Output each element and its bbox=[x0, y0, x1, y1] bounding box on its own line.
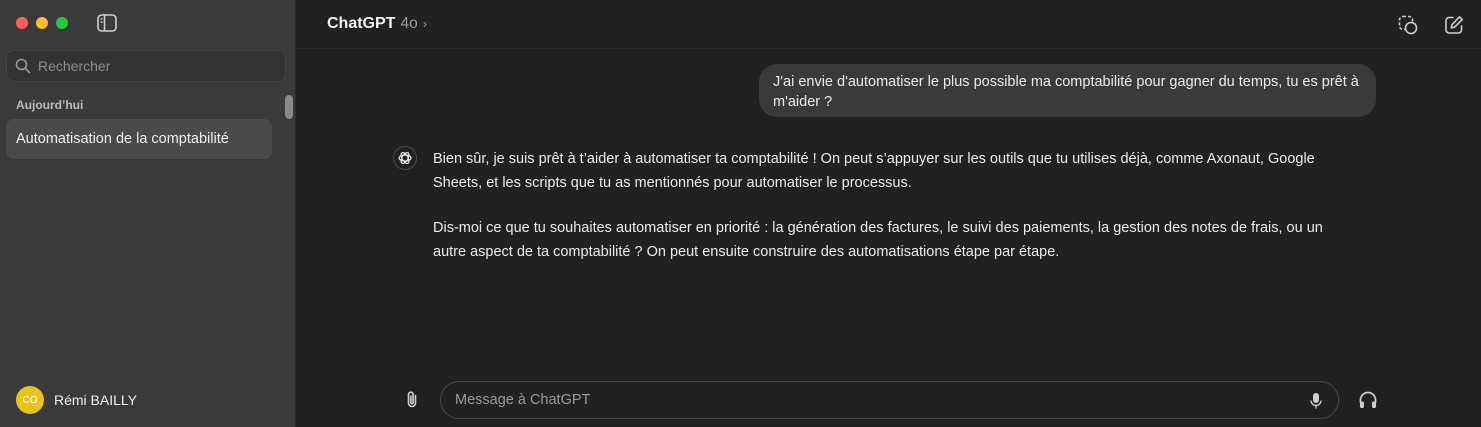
conversation-item[interactable]: Automatisation de la comptabilité bbox=[6, 119, 272, 159]
sidebar-scrollbar[interactable] bbox=[285, 95, 293, 119]
model-version: 4o bbox=[400, 15, 418, 32]
user-message: J'ai envie d'automatiser le plus possibl… bbox=[759, 64, 1376, 117]
user-profile[interactable]: CO Rémi BAILLY bbox=[16, 386, 137, 414]
sidebar: Aujourd’hui Automatisation de la comptab… bbox=[0, 0, 296, 427]
chatgpt-logo-icon bbox=[393, 146, 417, 170]
assistant-message: Bien sûr, je suis prêt à t’aider à autom… bbox=[433, 148, 1333, 264]
assistant-paragraph: Dis-moi ce que tu souhaites automatiser … bbox=[433, 220, 1323, 260]
search-icon bbox=[15, 58, 31, 74]
message-input[interactable] bbox=[455, 392, 1275, 408]
search-input[interactable] bbox=[38, 58, 268, 74]
mic-icon[interactable] bbox=[1308, 391, 1324, 411]
maximize-window-button[interactable] bbox=[56, 17, 68, 29]
topbar: ChatGPT 4o › bbox=[297, 0, 1481, 49]
chevron-right-icon: › bbox=[422, 16, 428, 31]
chat-main: ChatGPT 4o › J'ai envie d'automatiser le… bbox=[297, 0, 1481, 427]
conversation-title: Automatisation de la comptabilité bbox=[16, 131, 229, 147]
assistant-paragraph: Bien sûr, je suis prêt à t’aider à autom… bbox=[433, 151, 1315, 191]
window-controls bbox=[16, 17, 68, 29]
model-name: ChatGPT bbox=[327, 15, 396, 32]
avatar: CO bbox=[16, 386, 44, 414]
headphones-icon[interactable] bbox=[1357, 389, 1379, 411]
minimize-window-button[interactable] bbox=[36, 17, 48, 29]
temporary-chat-icon[interactable] bbox=[1397, 14, 1419, 36]
section-label-today: Aujourd’hui bbox=[16, 98, 84, 112]
user-name: Rémi BAILLY bbox=[54, 392, 137, 408]
model-selector[interactable]: ChatGPT 4o › bbox=[327, 15, 427, 33]
message-composer[interactable] bbox=[440, 381, 1339, 419]
new-chat-icon[interactable] bbox=[1443, 14, 1465, 36]
attach-icon[interactable] bbox=[401, 389, 423, 411]
close-window-button[interactable] bbox=[16, 17, 28, 29]
sidebar-toggle-icon[interactable] bbox=[97, 14, 117, 32]
composer-row bbox=[297, 380, 1481, 420]
search-box[interactable] bbox=[6, 50, 286, 82]
